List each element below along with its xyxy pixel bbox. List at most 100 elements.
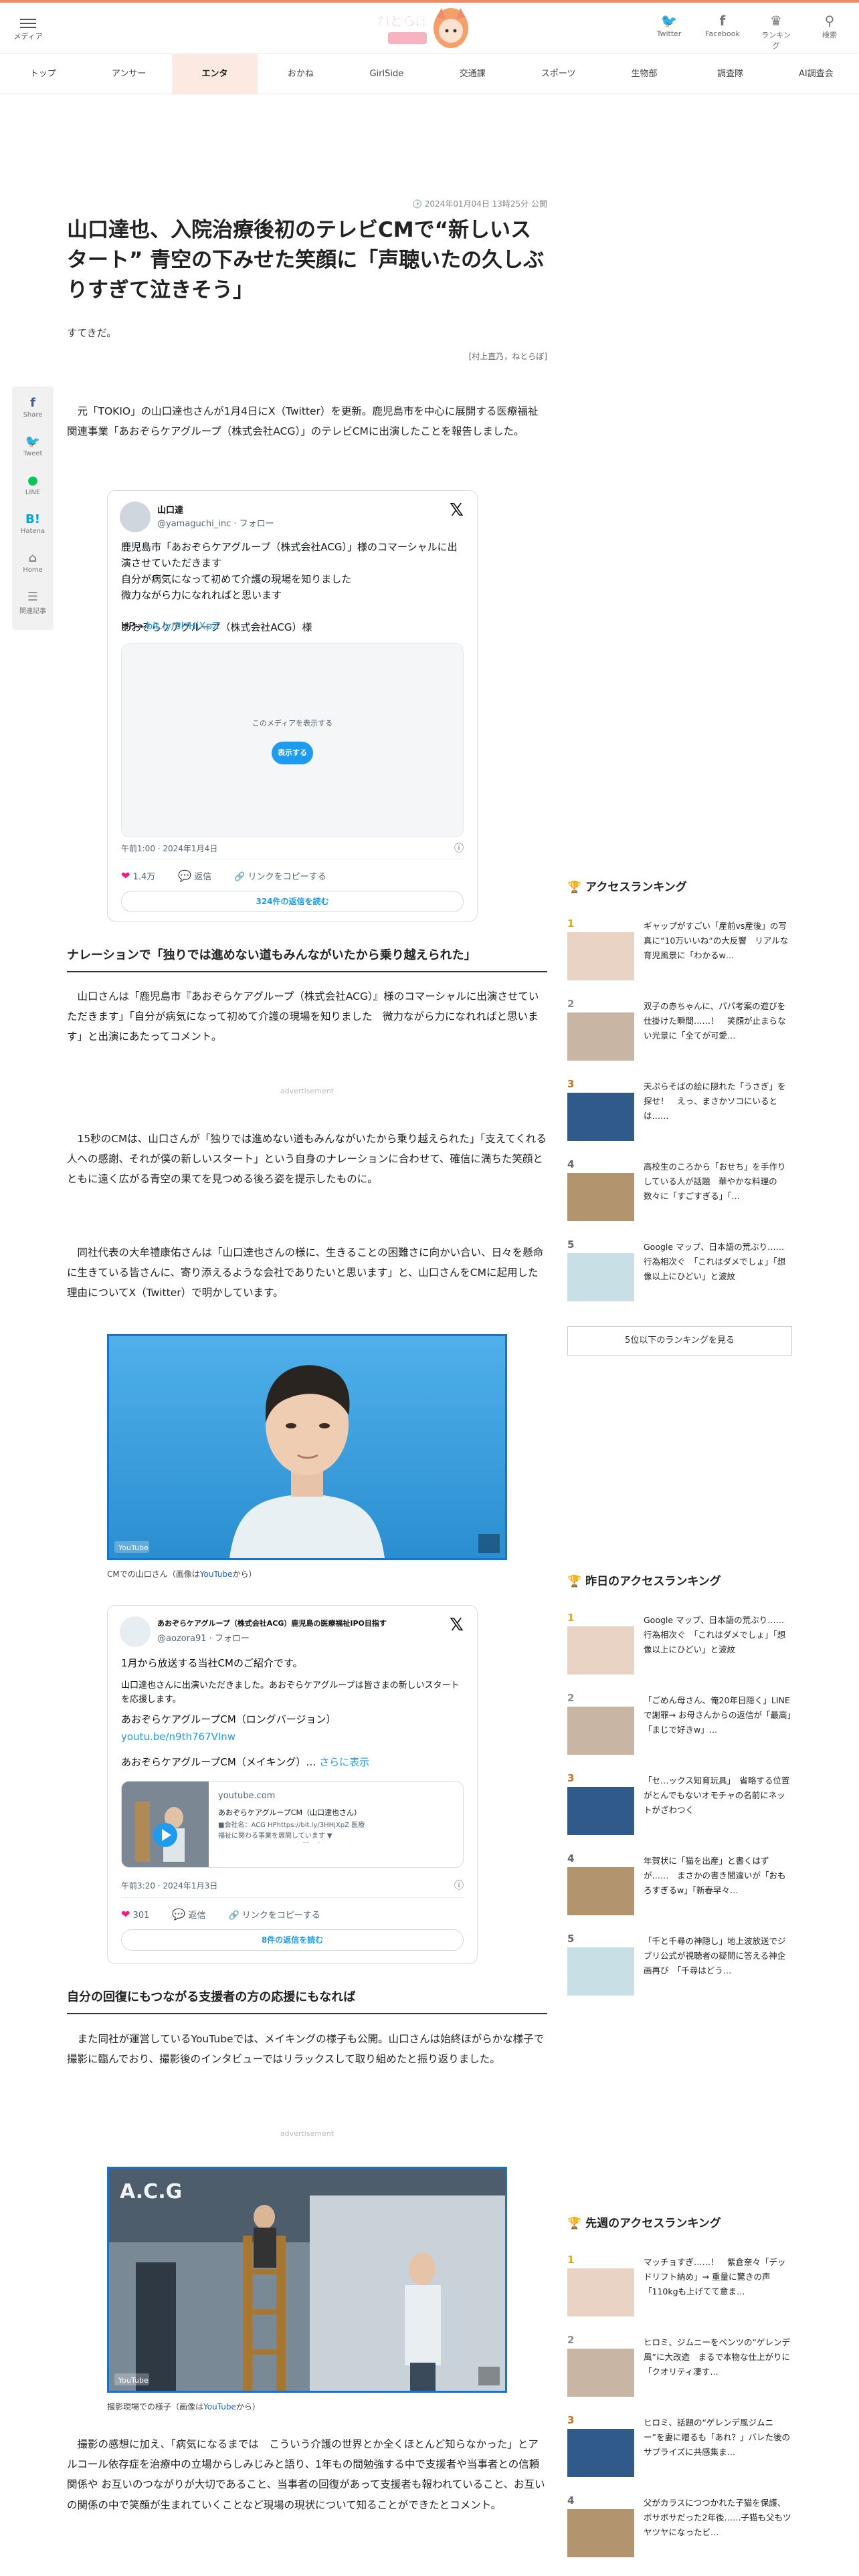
menu-button[interactable]: メディア xyxy=(13,16,43,41)
ranking-item[interactable]: 2 ヒロミ、ジムニーをベンツの“ゲレンデ風”に大改造 まるで本物な仕上がりに「クオ… xyxy=(567,2334,792,2411)
ranking-headline[interactable]: ヒロミ、話題の“ゲレンデ風ジムニー”を妻に贈るも「あれ？」バレた後のサプライズに… xyxy=(644,2416,792,2460)
ranking-headline[interactable]: 「千と千尋の神隠し」地上波放送でジブリ公式が視聴者の疑問に答える神企画再び 「千… xyxy=(644,1934,792,1978)
ranking-headline[interactable]: ヒロミ、ジムニーをベンツの“ゲレンデ風”に大改造 まるで本物な仕上がりに「クオリ… xyxy=(644,2335,792,2379)
trophy-icon: 🏆 xyxy=(567,881,582,894)
tab-ai[interactable]: AI調査会 xyxy=(773,54,859,94)
hamburger-icon xyxy=(20,19,36,20)
site-logo[interactable]: ねとらぼ xyxy=(372,5,487,52)
tweet-author-name[interactable]: あおぞらケアグループ（株式会社ACG）鹿児島の医療福祉IPO目指す xyxy=(157,1618,425,1628)
info-icon[interactable]: ⓘ xyxy=(454,1879,464,1892)
tweet-link[interactable]: bit.ly/3HHjXpZ xyxy=(147,620,219,632)
read-replies-button[interactable]: 8件の返信を読む xyxy=(121,1929,464,1951)
home-button[interactable]: ⌂ Home xyxy=(12,547,54,586)
ranking-item[interactable]: 5 「千と千尋の神隠し」地上波放送でジブリ公式が視聴者の疑問に答える神企画再び 「… xyxy=(567,1933,792,2010)
ranking-headline[interactable]: マッチョすぎ……！ 紫倉奈々「デッドリフト納め」→ 重量に驚きの声「110kgも… xyxy=(644,2255,792,2299)
ranking-thumbnail[interactable] xyxy=(567,2349,634,2397)
ranking-thumbnail[interactable] xyxy=(567,1707,634,1755)
ranking-headline[interactable]: 「セ…ックス知育玩具」 省略する位置がとんでもないオモチャの名前にネットがざわつ… xyxy=(644,1774,792,1818)
tab-enta[interactable]: エンタ xyxy=(171,54,258,94)
link-card[interactable]: youtube.com あおぞらケアグループCM（山口達也さん） ■会社名：AC… xyxy=(121,1781,464,1868)
ranking-item[interactable]: 1 マッチョすぎ……！ 紫倉奈々「デッドリフト納め」→ 重量に驚きの声「110kg… xyxy=(567,2254,792,2331)
header-facebook-button[interactable]: f Facebook xyxy=(705,12,740,51)
share-twitter-button[interactable]: 🐦 Tweet xyxy=(12,431,54,469)
ranking-item[interactable]: 4 父がカラスにつつかれた子猫を保護、ボサボサだった2年後……子猫も父もツヤツヤに… xyxy=(567,2494,792,2572)
article-paragraph: 15秒のCMは、山口さんが「独りでは進めない道もみんながいたから乗り越えられた」… xyxy=(67,1133,547,1186)
ranking-headline[interactable]: 父がカラスにつつかれた子猫を保護、ボサボサだった2年後……子猫も父もツヤツヤにな… xyxy=(644,2496,792,2540)
ranking-item[interactable]: 1 ギャップがすごい「産前vs産後」の写真に“10万いいね”の大反響 リアルな育児… xyxy=(567,918,792,995)
ranking-thumbnail[interactable] xyxy=(567,1173,634,1221)
ranking-headline[interactable]: 年賀状に「猫を出産」と書くはずが…… まさかの書き間違いが「おもろすぎるw」「新… xyxy=(644,1854,792,1898)
tweet-author-handle[interactable]: @aozora91 · フォロー xyxy=(157,1631,250,1644)
ranking-thumbnail[interactable] xyxy=(567,1253,634,1301)
ranking-item[interactable]: 2 「ごめん母さん、俺20年日隠く」LINEで謝罪→ お母さんからの返信が「最高」… xyxy=(567,1692,792,1769)
caption-youtube-link[interactable]: YouTube xyxy=(200,1570,233,1579)
ranking-item[interactable]: 3 ヒロミ、話題の“ゲレンデ風ジムニー”を妻に贈るも「あれ？」バレた後のサプライズ… xyxy=(567,2414,792,2492)
ranking-thumbnail[interactable] xyxy=(567,2268,634,2317)
cm-photo[interactable]: YouTube xyxy=(107,1334,507,1560)
ranking-thumbnail[interactable] xyxy=(567,2429,634,2477)
header-search-button[interactable]: ⚲ 検索 xyxy=(812,12,847,51)
x-logo-icon[interactable]: 𝕏 xyxy=(450,1615,464,1635)
ranking-headline[interactable]: 天ぷらそばの絵に隠れた「うさぎ」を探せ！ えっ、まさかソコにいるとは…… xyxy=(644,1079,792,1123)
making-photo[interactable]: A.C.G YouTube xyxy=(107,2167,507,2393)
tab-answer[interactable]: アンサー xyxy=(86,54,171,94)
copy-link-button[interactable]: 🔗 リンクをコピーする xyxy=(234,869,326,882)
ranking-headline[interactable]: 双子の赤ちゃんに、パパ考案の遊びを仕掛けた瞬間……！ 笑顔が止まらない光景に「全… xyxy=(644,999,792,1043)
ranking-thumbnail[interactable] xyxy=(567,1093,634,1141)
show-more-link[interactable]: さらに表示 xyxy=(319,1756,369,1768)
tweet-author-name[interactable]: 山口達 xyxy=(157,503,183,516)
show-media-button[interactable]: 表示する xyxy=(272,742,313,764)
embedded-tweet[interactable]: 山口達 @yamaguchi_inc · フォロー 𝕏 鹿児島市「あおぞらケアグ… xyxy=(107,490,478,922)
tweet-author-handle[interactable]: @yamaguchi_inc · フォロー xyxy=(157,516,274,529)
info-icon[interactable]: ⓘ xyxy=(454,841,464,855)
ranking-headline[interactable]: 「ごめん母さん、俺20年日隠く」LINEで謝罪→ お母さんからの返信が「最高」「… xyxy=(644,1693,792,1737)
ranking-headline[interactable]: ギャップがすごい「産前vs産後」の写真に“10万いいね”の大反響 リアルな育児風… xyxy=(644,919,792,963)
ranking-item[interactable]: 3 「セ…ックス知育玩具」 省略する位置がとんでもないオモチャの名前にネットがざわ… xyxy=(567,1772,792,1850)
ranking-item[interactable]: 2 双子の赤ちゃんに、パパ考案の遊びを仕掛けた瞬間……！ 笑顔が止まらない光景に「… xyxy=(567,998,792,1075)
ranking-thumbnail[interactable] xyxy=(567,2509,634,2557)
tweet-avatar[interactable] xyxy=(120,502,151,532)
ranking-item[interactable]: 3 天ぷらそばの絵に隠れた「うさぎ」を探せ！ えっ、まさかソコにいるとは…… xyxy=(567,1078,792,1156)
embedded-tweet[interactable]: あおぞらケアグループ（株式会社ACG）鹿児島の医療福祉IPO目指す @aozor… xyxy=(107,1605,478,1964)
x-logo-icon[interactable]: 𝕏 xyxy=(450,500,464,520)
tab-chosatai[interactable]: 調査隊 xyxy=(687,54,773,94)
reply-button[interactable]: 💬 返信 xyxy=(178,869,211,882)
tab-okane[interactable]: おかね xyxy=(258,54,343,94)
ranking-thumbnail[interactable] xyxy=(567,1867,634,1915)
reply-button[interactable]: 💬 返信 xyxy=(172,1908,205,1921)
caption-youtube-link[interactable]: YouTube xyxy=(203,2402,236,2411)
tab-top[interactable]: トップ xyxy=(0,54,86,94)
share-facebook-button[interactable]: f Share xyxy=(12,392,54,431)
ranking-thumbnail[interactable] xyxy=(567,1787,634,1835)
tweet-timestamp[interactable]: 午前3:20 · 2024年1月3日 xyxy=(121,1880,217,1891)
article-author[interactable]: [村上直乃，ねとらぼ] xyxy=(67,350,547,362)
ranking-thumbnail[interactable] xyxy=(567,932,634,980)
copy-link-button[interactable]: 🔗 リンクをコピーする xyxy=(228,1908,320,1921)
header-twitter-button[interactable]: 🐦 Twitter xyxy=(652,12,686,51)
like-button[interactable]: ❤ 1.4万 xyxy=(121,869,155,882)
tweet-timestamp[interactable]: 午前1:00 · 2024年1月4日 xyxy=(121,843,217,854)
ranking-item[interactable]: 4 高校生のころから「おせち」を手作りしている人が話題 華やかな料理の数々に「すご… xyxy=(567,1158,792,1236)
tab-girlside[interactable]: GirlSide xyxy=(344,54,430,94)
ranking-headline[interactable]: Google マップ、日本語の荒ぶり……行為相次ぐ 「これはダメでしょ」「想像以… xyxy=(644,1240,792,1284)
like-button[interactable]: ❤ 301 xyxy=(121,1908,149,1921)
share-hatena-button[interactable]: B! Hatena xyxy=(12,508,54,547)
read-replies-button[interactable]: 324件の返信を読む xyxy=(121,891,464,912)
tab-seibutsu[interactable]: 生物部 xyxy=(601,54,687,94)
ranking-headline[interactable]: 高校生のころから「おせち」を手作りしている人が話題 華やかな料理の数々に「すごす… xyxy=(644,1160,792,1204)
header-ranking-button[interactable]: ♛ ランキング xyxy=(759,12,793,51)
ranking-thumbnail[interactable] xyxy=(567,1947,634,1996)
more-ranking-button[interactable]: 5位以下のランキングを見る xyxy=(567,1326,792,1356)
tab-sports[interactable]: スポーツ xyxy=(515,54,601,94)
ranking-thumbnail[interactable] xyxy=(567,1012,634,1061)
ranking-headline[interactable]: Google マップ、日本語の荒ぶり……行為相次ぐ 「これはダメでしょ」「想像以… xyxy=(644,1613,792,1657)
tweet-avatar[interactable] xyxy=(120,1616,151,1647)
ranking-thumbnail[interactable] xyxy=(567,1626,634,1675)
ranking-item[interactable]: 4 年賀状に「猫を出産」と書くはずが…… まさかの書き間違いが「おもろすぎるw」「… xyxy=(567,1852,792,1930)
tab-kotsu[interactable]: 交通課 xyxy=(430,54,515,94)
related-articles-button[interactable]: ☰ 関連記事 xyxy=(12,586,54,625)
share-line-button[interactable]: ● LINE xyxy=(12,469,54,508)
ranking-item[interactable]: 1 Google マップ、日本語の荒ぶり……行為相次ぐ 「これはダメでしょ」「想像… xyxy=(567,1612,792,1689)
tweet-youtube-link[interactable]: youtu.be/n9th767VInw xyxy=(121,1729,465,1745)
ranking-item[interactable]: 5 Google マップ、日本語の荒ぶり……行為相次ぐ 「これはダメでしょ」「想像… xyxy=(567,1239,792,1316)
